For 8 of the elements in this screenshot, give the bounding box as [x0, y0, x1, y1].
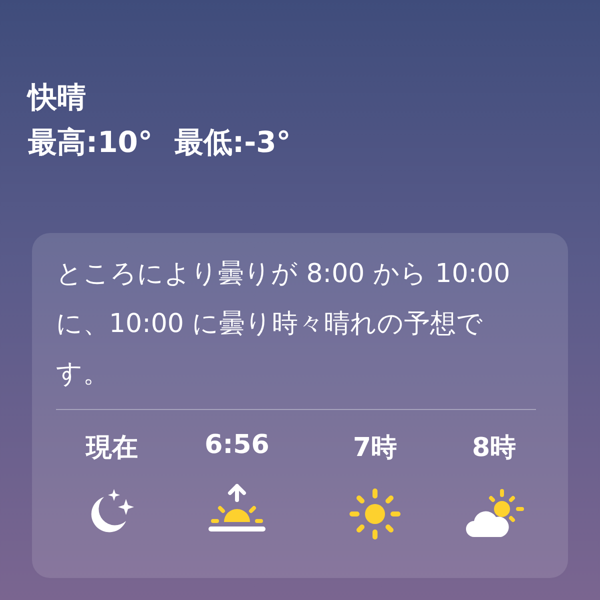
hour-label: 6:56: [204, 430, 270, 460]
high-temperature: 最高:10°: [28, 124, 152, 161]
weather-condition: 快晴: [28, 80, 86, 115]
forecast-summary: ところにより曇りが 8:00 から 10:00 に、10:00 に曇り時々晴れの予想です。: [56, 248, 536, 410]
hour-label: 8時: [472, 432, 516, 465]
hour-label: 7時: [352, 432, 398, 465]
hour-label: 現在: [86, 432, 138, 465]
low-temperature: 最低:-3°: [174, 124, 291, 161]
